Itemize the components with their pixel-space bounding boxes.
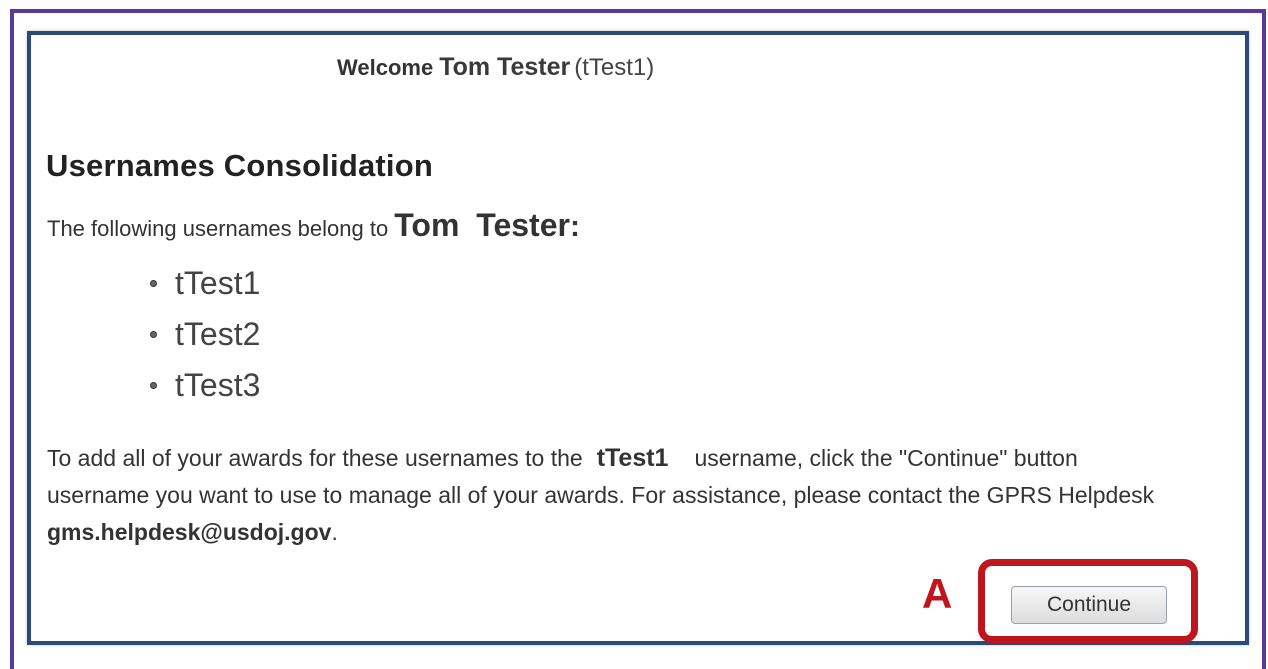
welcome-name: Tom Tester	[439, 53, 571, 81]
instructions-text-after: username, click the "Continue" button	[694, 445, 1078, 471]
username-item-label: tTest3	[175, 367, 261, 403]
intro-line: The following usernames belong to Tom Tes…	[47, 207, 580, 244]
instructions-line-1: To add all of your awards for these user…	[47, 440, 1245, 477]
bullet-icon	[150, 382, 157, 389]
bullet-icon	[150, 331, 157, 338]
intro-colon: :	[569, 210, 580, 243]
callout-label: A	[922, 570, 953, 617]
page-title: Usernames Consolidation	[46, 148, 434, 183]
instructions-line-3: gms.helpdesk@usdoj.gov.	[47, 514, 1245, 551]
intro-name: Tom Tester	[394, 207, 570, 243]
consolidation-panel: Welcome Tom Tester (tTest1) Usernames Cons…	[27, 31, 1249, 645]
target-username: tTest1	[596, 444, 669, 472]
helpdesk-email[interactable]: gms.helpdesk@usdoj.gov	[47, 519, 331, 545]
list-item: tTest2	[150, 309, 260, 360]
list-item: tTest3	[150, 360, 260, 411]
welcome-username: (tTest1)	[574, 54, 655, 81]
intro-text: The following usernames belong to	[47, 216, 389, 241]
username-item-label: tTest2	[175, 316, 261, 352]
username-list: tTest1 tTest2 tTest3	[150, 258, 260, 411]
bullet-icon	[150, 280, 157, 287]
continue-button[interactable]: Continue	[1011, 586, 1167, 624]
instructions-period: .	[331, 519, 338, 545]
welcome-label: Welcome	[337, 55, 434, 80]
list-item: tTest1	[150, 258, 260, 309]
username-item-label: tTest1	[175, 265, 261, 301]
instructions-text-before: To add all of your awards for these user…	[47, 445, 583, 471]
instructions-line-2: username you want to use to manage all o…	[47, 482, 1155, 508]
welcome-line: Welcome Tom Tester (tTest1)	[337, 53, 654, 82]
instructions-paragraph: To add all of your awards for these user…	[47, 440, 1245, 551]
